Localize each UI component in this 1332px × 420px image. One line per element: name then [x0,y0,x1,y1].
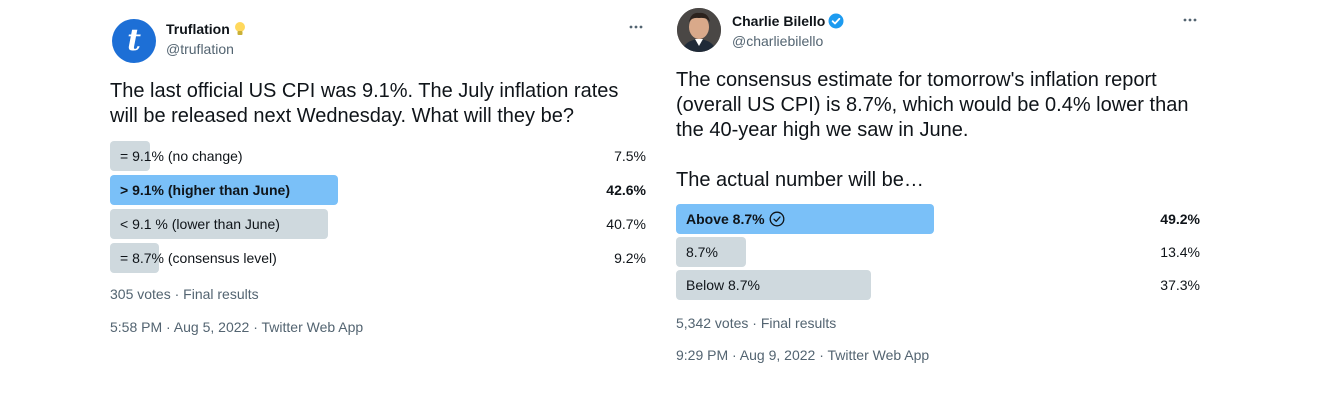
poll-option-text: = 9.1% (no change) [120,148,243,164]
poll-option-percent: 9.2% [614,250,646,266]
poll-option-text: Below 8.7% [686,277,760,293]
poll-option-percent: 7.5% [614,148,646,164]
poll-option[interactable]: < 9.1 % (lower than June) 40.7% [110,207,646,241]
tweet-timestamp[interactable]: 9:29 PM · Aug 9, 2022 · Twitter Web App [676,346,1200,364]
lightbulb-icon [234,22,245,35]
poll-results-meta: 305 votes · Final results [110,286,259,302]
tweet-timestamp[interactable]: 5:58 PM · Aug 5, 2022 · Twitter Web App [110,318,646,336]
author-names: Truflation @truflation [166,20,247,58]
poll: Above 8.7% 49.2% 8.7% 13.4% Below 8.7% 37.3% [676,202,1200,301]
verified-badge-icon [828,13,844,29]
author-names: Charlie Bilello @charliebilello [732,12,844,50]
display-name[interactable]: Truflation [166,20,247,38]
avatar[interactable]: t [112,19,156,63]
poll-option-text: = 8.7% (consensus level) [120,250,277,266]
poll-option-percent: 37.3% [1160,277,1200,293]
poll-option-label: Above 8.7% [686,211,785,227]
tweet-header: t Truflation @truflation [110,14,646,63]
check-circle-icon [769,211,785,227]
poll-option-label: = 8.7% (consensus level) [120,250,277,266]
more-options-icon[interactable] [1180,12,1200,32]
poll-option[interactable]: Below 8.7% 37.3% [676,268,1200,301]
tweet-truflation: t Truflation @truflation The last offici… [110,14,646,336]
tweet-header: Charlie Bilello @charliebilello [676,4,1200,52]
poll-option-label: < 9.1 % (lower than June) [120,216,280,232]
poll: = 9.1% (no change) 7.5% > 9.1% (higher tha… [110,139,646,275]
poll-option[interactable]: Above 8.7% 49.2% [676,202,1200,235]
author-name: Charlie Bilello [732,13,826,29]
poll-option-percent: 13.4% [1160,244,1200,260]
display-name[interactable]: Charlie Bilello [732,12,844,30]
poll-option-percent: 40.7% [606,216,646,232]
poll-option-label: > 9.1% (higher than June) [120,182,290,198]
tweet-text: The consensus estimate for tomorrow's in… [676,69,1189,191]
poll-option-label: Below 8.7% [686,277,760,293]
timestamp-text[interactable]: 5:58 PM · Aug 5, 2022 · Twitter Web App [110,319,363,335]
author-handle[interactable]: @truflation [166,40,247,58]
poll-option[interactable]: > 9.1% (higher than June) 42.6% [110,173,646,207]
poll-results-meta: 5,342 votes · Final results [676,315,837,331]
poll-option[interactable]: 8.7% 13.4% [676,235,1200,268]
poll-option[interactable]: = 8.7% (consensus level) 9.2% [110,241,646,275]
author-name: Truflation [166,21,230,37]
timestamp-text[interactable]: 9:29 PM · Aug 9, 2022 · Twitter Web App [676,347,929,363]
poll-option-label: 8.7% [686,244,718,260]
poll-option-percent: 42.6% [606,182,646,198]
poll-option-text: < 9.1 % (lower than June) [120,216,280,232]
poll-option-percent: 49.2% [1160,211,1200,227]
author-handle[interactable]: @charliebilello [732,32,844,50]
avatar[interactable] [677,8,721,52]
tweet-charlie-bilello: Charlie Bilello @charliebilello The cons… [676,4,1200,364]
avatar-photo-icon [677,8,721,52]
tweet-text: The last official US CPI was 9.1%. The J… [110,80,624,127]
more-options-icon[interactable] [626,19,646,39]
poll-option-text: Above 8.7% [686,211,765,227]
poll-option-text: > 9.1% (higher than June) [120,182,290,198]
poll-option-text: 8.7% [686,244,718,260]
truflation-logo-icon: t [127,23,141,58]
poll-option[interactable]: = 9.1% (no change) 7.5% [110,139,646,173]
poll-option-label: = 9.1% (no change) [120,148,243,164]
